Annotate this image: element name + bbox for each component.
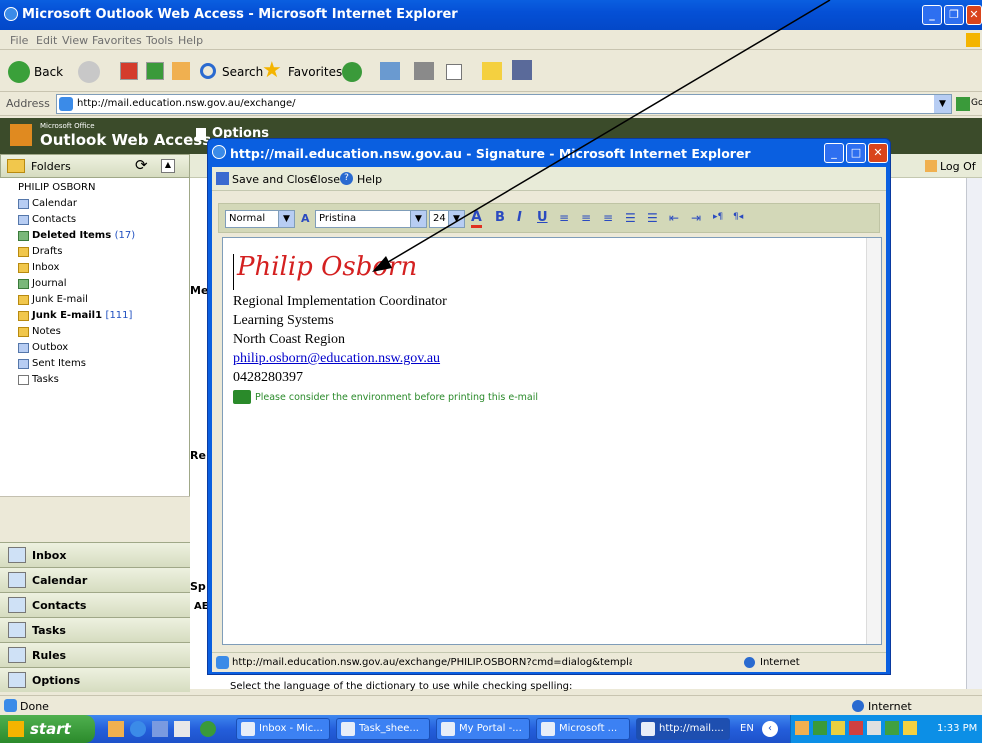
ie-task-icon — [441, 722, 455, 736]
windows-flag-icon — [8, 721, 24, 737]
ie-task-icon — [641, 722, 655, 736]
quicklaunch-app-icon[interactable] — [152, 721, 168, 737]
internet-zone-icon — [852, 700, 864, 712]
tray-messenger-icon[interactable] — [903, 721, 917, 735]
tray-network-icon[interactable] — [813, 721, 827, 735]
status-done: Done — [20, 700, 49, 713]
quicklaunch-outlook-icon[interactable] — [108, 721, 124, 737]
language-indicator[interactable]: EN — [740, 723, 754, 734]
task-microsoft[interactable]: Microsoft ... — [536, 718, 630, 740]
tray-antivirus-icon[interactable] — [885, 721, 899, 735]
task-sheet[interactable]: Task_shee... — [336, 718, 430, 740]
task-label: Microsoft ... — [559, 723, 618, 734]
tray-app-icon[interactable] — [831, 721, 845, 735]
quicklaunch-desktop-icon[interactable] — [174, 721, 190, 737]
status-zone: Internet — [868, 700, 912, 713]
start-label: start — [30, 720, 71, 738]
outlook-task-icon — [241, 722, 255, 736]
ie-task-icon — [541, 722, 555, 736]
tray-security-icon[interactable] — [849, 721, 863, 735]
system-tray: 1:33 PM — [790, 715, 982, 743]
word-task-icon — [341, 722, 355, 736]
quicklaunch-ie-icon[interactable] — [130, 721, 146, 737]
browser-statusbar: Done Internet — [0, 695, 982, 715]
taskbar: start Inbox - Mic... Task_shee... My Por… — [0, 715, 982, 743]
start-button[interactable]: start — [0, 715, 95, 743]
task-label: http://mail.... — [659, 723, 724, 734]
clock: 1:33 PM — [937, 723, 978, 734]
task-label: My Portal -... — [459, 723, 522, 734]
task-mail-active[interactable]: http://mail.... — [636, 718, 730, 740]
quicklaunch-extra-icon[interactable] — [200, 721, 216, 737]
tray-outlook-icon[interactable] — [795, 721, 809, 735]
done-page-icon — [4, 699, 17, 712]
annotation-arrow — [372, 0, 831, 272]
task-inbox[interactable]: Inbox - Mic... — [236, 718, 330, 740]
task-portal[interactable]: My Portal -... — [436, 718, 530, 740]
tray-expand-icon[interactable]: ‹ — [762, 721, 778, 737]
tray-volume-icon[interactable] — [867, 721, 881, 735]
task-label: Inbox - Mic... — [259, 723, 323, 734]
task-label: Task_shee... — [359, 723, 419, 734]
